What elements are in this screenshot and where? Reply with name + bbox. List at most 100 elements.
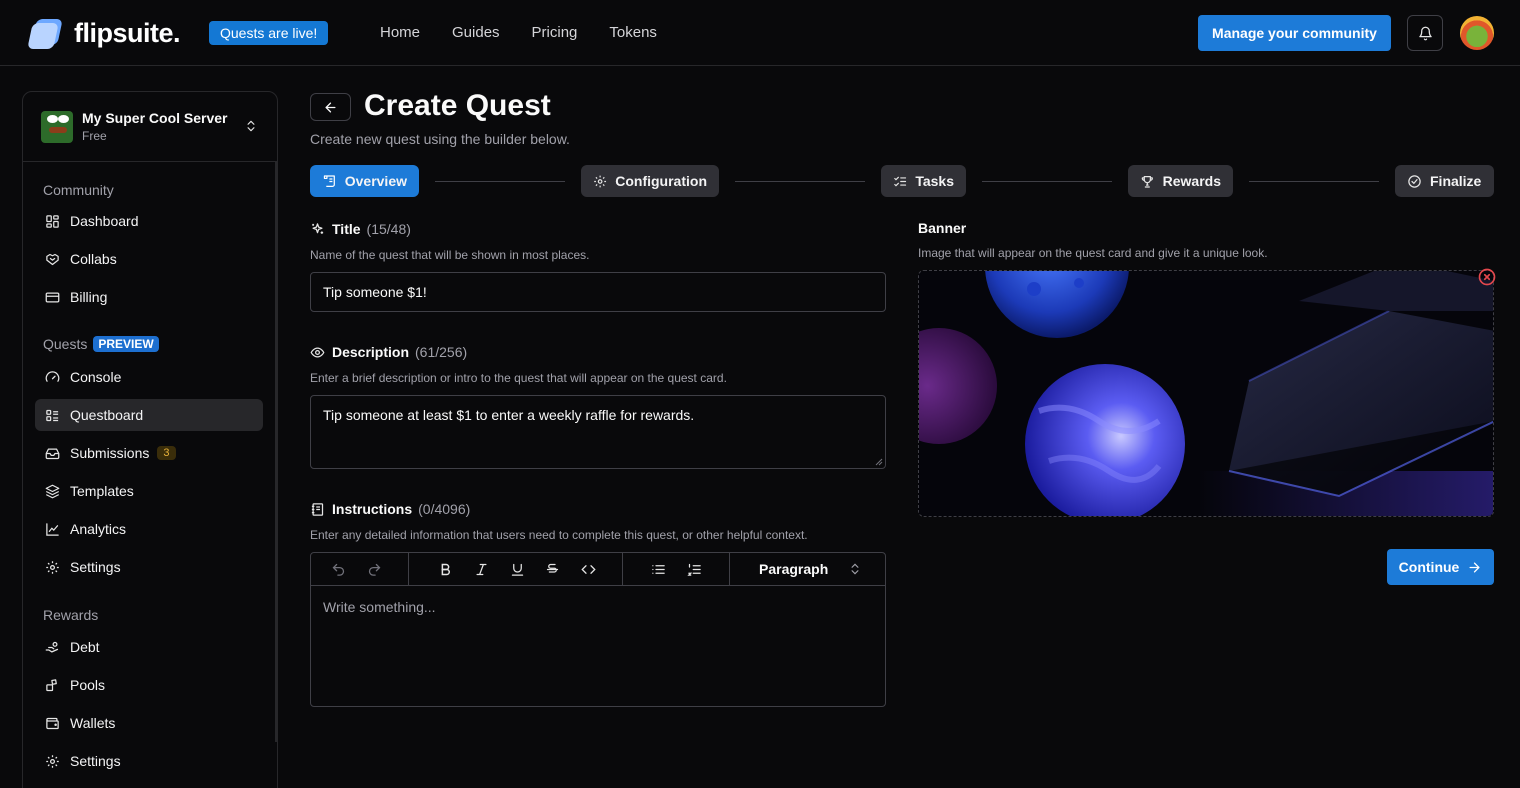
bullet-list-button[interactable]	[650, 561, 666, 577]
step-rewards[interactable]: Rewards	[1128, 165, 1233, 197]
sidebar-item-analytics[interactable]: Analytics	[35, 513, 263, 545]
inbox-icon	[44, 445, 60, 461]
instructions-label-text: Instructions	[332, 501, 413, 517]
sidebar-item-label: Questboard	[70, 407, 144, 423]
undo-icon	[332, 563, 344, 576]
sidebar-item-dashboard[interactable]: Dashboard	[35, 205, 263, 237]
arrow-right-icon	[1469, 562, 1480, 572]
editor-toolbar: Paragraph	[311, 553, 885, 586]
sidebar-item-label: Settings	[70, 753, 121, 769]
strikethrough-button[interactable]	[544, 561, 560, 577]
line-chart-icon	[44, 521, 60, 537]
user-avatar[interactable]	[1460, 16, 1494, 50]
chevrons-up-down-icon	[851, 563, 859, 575]
step-label: Tasks	[915, 173, 954, 189]
toolbar-divider	[729, 553, 730, 586]
gear-icon	[594, 175, 607, 187]
sidebar-item-quest-settings[interactable]: Settings	[35, 551, 263, 583]
bullet-list-icon	[651, 564, 665, 574]
sidebar-item-label: Templates	[70, 483, 134, 499]
server-plan: Free	[82, 129, 107, 143]
undo-button[interactable]	[330, 561, 346, 577]
resize-grip-icon[interactable]	[875, 458, 883, 466]
section-quests: Quests PREVIEW	[43, 336, 159, 352]
step-tasks[interactable]: Tasks	[881, 165, 966, 197]
nav-guides[interactable]: Guides	[452, 24, 500, 41]
description-label-text: Description	[332, 344, 410, 360]
brand-logo[interactable]: flipsuite.	[27, 18, 181, 49]
section-quests-label: Quests	[43, 336, 88, 352]
step-connector	[1249, 181, 1379, 182]
sidebar-item-wallets[interactable]: Wallets	[35, 707, 263, 739]
title-field-label: Title (15/48)	[310, 221, 411, 237]
step-configuration[interactable]: Configuration	[581, 165, 719, 197]
gauge-icon	[44, 369, 60, 385]
eye-icon	[310, 346, 325, 358]
banner-image[interactable]	[918, 270, 1494, 517]
sidebar-item-templates[interactable]: Templates	[35, 475, 263, 507]
sidebar-item-billing[interactable]: Billing	[35, 281, 263, 313]
banner-help-text: Image that will appear on the quest card…	[918, 246, 1268, 260]
server-name: My Super Cool Server	[82, 110, 228, 126]
sidebar-item-label: Billing	[70, 289, 108, 305]
server-switcher[interactable]: My Super Cool Server Free	[23, 92, 277, 162]
step-connector	[435, 181, 565, 182]
page-subtitle: Create new quest using the builder below…	[310, 131, 570, 147]
sidebar-item-submissions[interactable]: Submissions 3	[35, 437, 263, 469]
continue-button[interactable]: Continue	[1387, 549, 1494, 585]
sidebar-item-reward-settings[interactable]: Settings	[35, 745, 263, 777]
step-overview[interactable]: Overview	[310, 165, 419, 197]
sidebar-item-label: Settings	[70, 559, 121, 575]
sidebar-scrollbar[interactable]	[275, 162, 278, 742]
editor-content[interactable]: Write something...	[323, 599, 436, 615]
nav-pricing[interactable]: Pricing	[532, 24, 578, 41]
sidebar-item-label: Wallets	[70, 715, 116, 731]
sidebar: My Super Cool Server Free Community Dash…	[22, 91, 278, 788]
bold-button[interactable]	[437, 561, 453, 577]
sidebar-item-collabs[interactable]: Collabs	[35, 243, 263, 275]
italic-button[interactable]	[473, 561, 489, 577]
ordered-list-button[interactable]	[686, 561, 702, 577]
manage-community-button[interactable]: Manage your community	[1198, 15, 1391, 51]
brand-name: flipsuite.	[74, 18, 181, 48]
list-checks-icon	[894, 176, 907, 187]
block-type-select[interactable]: Paragraph	[759, 561, 828, 577]
section-community: Community	[43, 182, 114, 198]
description-textarea[interactable]: Tip someone at least $1 to enter a weekl…	[310, 395, 886, 469]
redo-icon	[368, 563, 380, 576]
underline-button[interactable]	[509, 561, 525, 577]
sidebar-item-debt[interactable]: Debt	[35, 631, 263, 663]
code-button[interactable]	[580, 561, 596, 577]
nav-home[interactable]: Home	[380, 24, 420, 41]
sidebar-item-label: Debt	[70, 639, 100, 655]
step-finalize[interactable]: Finalize	[1395, 165, 1494, 197]
sidebar-item-label: Console	[70, 369, 122, 385]
redo-button[interactable]	[366, 561, 382, 577]
sidebar-item-console[interactable]: Console	[35, 361, 263, 393]
notifications-button[interactable]	[1407, 15, 1443, 51]
scroll-icon	[323, 174, 335, 187]
sidebar-item-label: Collabs	[70, 251, 117, 267]
nav-tokens[interactable]: Tokens	[609, 24, 657, 41]
step-connector	[982, 181, 1112, 182]
rich-text-editor: Paragraph Write something...	[310, 552, 886, 707]
title-char-count: (15/48)	[366, 221, 411, 237]
bell-icon	[1418, 26, 1432, 40]
sidebar-item-questboard[interactable]: Questboard	[35, 399, 263, 431]
remove-banner-button[interactable]	[1478, 268, 1496, 286]
section-rewards: Rewards	[43, 607, 99, 623]
check-circle-icon	[1408, 174, 1421, 188]
hand-coins-icon	[44, 639, 60, 655]
title-input[interactable]: Tip someone $1!	[310, 272, 886, 312]
chevrons-up-down-icon	[247, 120, 255, 132]
sidebar-item-pools[interactable]: Pools	[35, 669, 263, 701]
gear-icon	[44, 559, 60, 575]
boxes-icon	[44, 677, 60, 693]
strikethrough-icon	[546, 563, 558, 573]
quests-live-badge[interactable]: Quests are live!	[209, 21, 329, 45]
handshake-icon	[44, 251, 60, 267]
instructions-help-text: Enter any detailed information that user…	[310, 528, 808, 542]
back-button[interactable]	[310, 93, 351, 121]
ordered-list-icon	[686, 563, 701, 576]
banner-artwork	[919, 271, 1493, 516]
